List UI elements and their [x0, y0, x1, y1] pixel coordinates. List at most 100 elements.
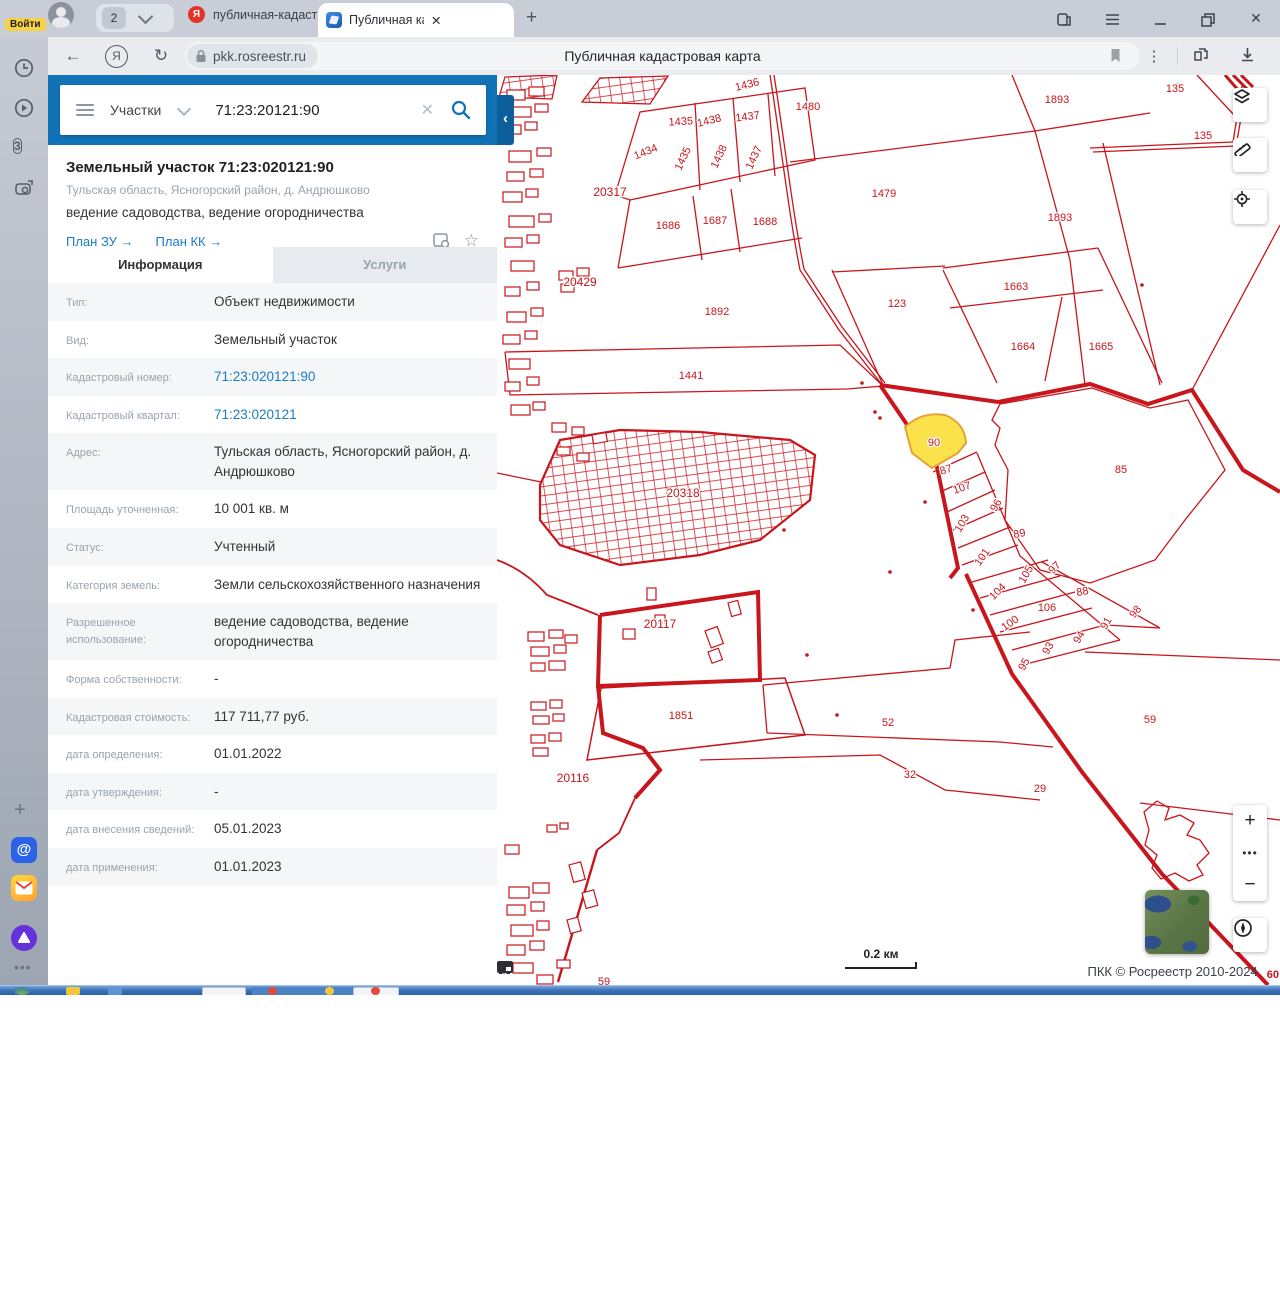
map-parcel-label[interactable]: 95	[1016, 656, 1033, 673]
info-row-value[interactable]: 71:23:020121:90	[214, 367, 483, 387]
map-parcel-label[interactable]: 135	[1166, 83, 1184, 95]
yandex-mail-app-icon[interactable]	[11, 875, 37, 901]
tab-information[interactable]: Информация	[48, 247, 273, 283]
map-parcel-label[interactable]: 104	[987, 581, 1008, 602]
search-box[interactable]: Участки 71:23:20121:90 ✕	[60, 85, 486, 135]
map-parcel-label[interactable]: 91	[1098, 615, 1115, 632]
close-window-icon[interactable]: ✕	[1232, 10, 1280, 27]
tab-pkk-active[interactable]: Публичная кадастрова ✕	[318, 3, 514, 37]
layers-button[interactable]	[1233, 88, 1267, 122]
map-parcel-label[interactable]: 20429	[563, 275, 597, 289]
minimize-icon[interactable]	[1136, 11, 1184, 27]
fullscreen-icon[interactable]	[497, 961, 513, 973]
start-orb-icon[interactable]	[14, 987, 30, 995]
map-parcel-label[interactable]: 90	[928, 437, 940, 449]
map-parcel-label[interactable]: 1686	[656, 220, 680, 232]
map-parcel-label[interactable]: 106	[1038, 602, 1056, 614]
mailru-app-icon[interactable]: @	[11, 837, 37, 863]
back-icon[interactable]: ←	[60, 43, 86, 69]
map-parcel-label[interactable]: 1479	[872, 188, 896, 200]
measure-button[interactable]	[1233, 138, 1267, 172]
tab-services[interactable]: Услуги	[273, 247, 498, 283]
yandex-services-icon[interactable]: Я	[105, 45, 128, 68]
close-tab-icon[interactable]: ✕	[431, 13, 506, 28]
map-parcel-label[interactable]: 87	[938, 463, 953, 478]
tab-count-pill[interactable]: 2	[96, 4, 174, 32]
bookmark-flag-icon[interactable]	[1109, 48, 1122, 68]
locate-object-button[interactable]	[1233, 190, 1267, 224]
map-parcel-label[interactable]: 97	[1046, 559, 1063, 576]
clear-search-icon[interactable]: ✕	[421, 100, 434, 120]
map-parcel-label[interactable]: 89	[1012, 527, 1026, 541]
map-parcel-label[interactable]: 1435	[668, 115, 693, 128]
map-parcel-label[interactable]: 29	[1034, 783, 1046, 795]
map-parcel-label[interactable]: 103	[953, 513, 973, 535]
map-parcel-label[interactable]: 101	[972, 546, 992, 568]
map-parcel-label[interactable]: 85	[1115, 464, 1127, 476]
map-parcel-label[interactable]: 1892	[705, 306, 729, 318]
map-parcel-label[interactable]: 1688	[753, 216, 777, 228]
search-category[interactable]: Участки	[110, 102, 161, 118]
map-parcel-label[interactable]: 20317	[593, 185, 627, 199]
map-parcel-label[interactable]: 1436	[734, 76, 761, 94]
windows-taskbar[interactable]	[0, 985, 1280, 995]
map-parcel-label[interactable]: 59	[1144, 714, 1156, 726]
map-parcel-label[interactable]: 1851	[669, 710, 693, 722]
map-parcel-label[interactable]: 1438	[709, 143, 730, 170]
zoom-out-button[interactable]: −	[1233, 869, 1267, 901]
map-parcel-label[interactable]: 96	[988, 497, 1005, 514]
map-parcel-label[interactable]: 1893	[1045, 94, 1069, 106]
map-parcel-label[interactable]: 1663	[1004, 281, 1028, 293]
zoom-in-button[interactable]: +	[1233, 805, 1267, 837]
refresh-icon[interactable]: ↻	[148, 43, 174, 69]
search-input[interactable]: 71:23:20121:90	[215, 102, 420, 119]
map-parcel-label[interactable]: 1664	[1011, 341, 1035, 353]
map-parcel-label[interactable]: 107	[951, 480, 972, 497]
taskbar-icon[interactable]	[66, 987, 80, 995]
map-parcel-label[interactable]: 1665	[1089, 341, 1113, 353]
zoom-more-button[interactable]: •••	[1233, 837, 1267, 869]
overview-minimap[interactable]	[1145, 890, 1209, 954]
category-chevron-icon[interactable]	[177, 101, 191, 115]
map-parcel-label[interactable]: 1435	[673, 145, 694, 172]
new-tab-button[interactable]: +	[526, 7, 537, 29]
map-parcel-label[interactable]: 1687	[703, 215, 727, 227]
map-parcel-label[interactable]: 135	[1194, 130, 1212, 142]
info-row-value[interactable]: 71:23:020121	[214, 405, 483, 425]
url-field[interactable]: pkk.rosreestr.ru Публичная кадастровая к…	[185, 42, 1140, 70]
map-parcel-label[interactable]: 20117	[644, 617, 677, 631]
url-chip[interactable]: pkk.rosreestr.ru	[187, 44, 318, 68]
map-parcel-label[interactable]: 1437	[744, 144, 765, 171]
map-parcel-label[interactable]: 52	[882, 717, 894, 729]
map-parcel-label[interactable]: 1441	[679, 370, 703, 382]
taskbar-icon[interactable]	[108, 987, 122, 995]
compass-button[interactable]	[1233, 918, 1267, 952]
map-parcel-label[interactable]: 1480	[796, 101, 820, 113]
map-parcel-label[interactable]: 20116	[557, 771, 590, 785]
map-parcel-label[interactable]: 1437	[735, 110, 761, 125]
collapse-panel-button[interactable]: ‹	[497, 95, 514, 145]
map-parcel-label[interactable]: 94	[1071, 629, 1088, 646]
map-parcel-label[interactable]: 88	[1075, 585, 1089, 599]
restore-window-icon[interactable]	[1184, 10, 1232, 26]
history-icon[interactable]	[13, 57, 35, 79]
map-parcel-label[interactable]: 1438	[696, 112, 723, 130]
map-parcel-label[interactable]: 1434	[632, 142, 659, 162]
cadastral-map[interactable]: 1436148014351438143714341435143814371893…	[497, 75, 1280, 985]
play-icon[interactable]	[13, 97, 35, 119]
search-icon[interactable]	[450, 99, 472, 121]
avatar[interactable]	[48, 2, 74, 28]
login-button[interactable]: Войти	[5, 18, 46, 31]
map-parcel-label[interactable]: 123	[888, 298, 906, 310]
more-options-icon[interactable]: ⋮	[1131, 47, 1177, 65]
tab-groups-icon[interactable]: 3	[13, 137, 35, 159]
map-parcel-label[interactable]: 20318	[666, 486, 700, 500]
collections-icon[interactable]	[1178, 47, 1224, 66]
sidebar-more-icon[interactable]: •••	[14, 959, 32, 975]
alice-assistant-icon[interactable]	[11, 925, 37, 951]
add-panel-icon[interactable]: +	[14, 799, 26, 822]
screenshot-icon[interactable]	[13, 177, 35, 199]
downloads-icon[interactable]	[1224, 47, 1270, 66]
side-panels-icon[interactable]	[1040, 10, 1088, 27]
map-parcel-label[interactable]: 93	[1040, 640, 1057, 657]
